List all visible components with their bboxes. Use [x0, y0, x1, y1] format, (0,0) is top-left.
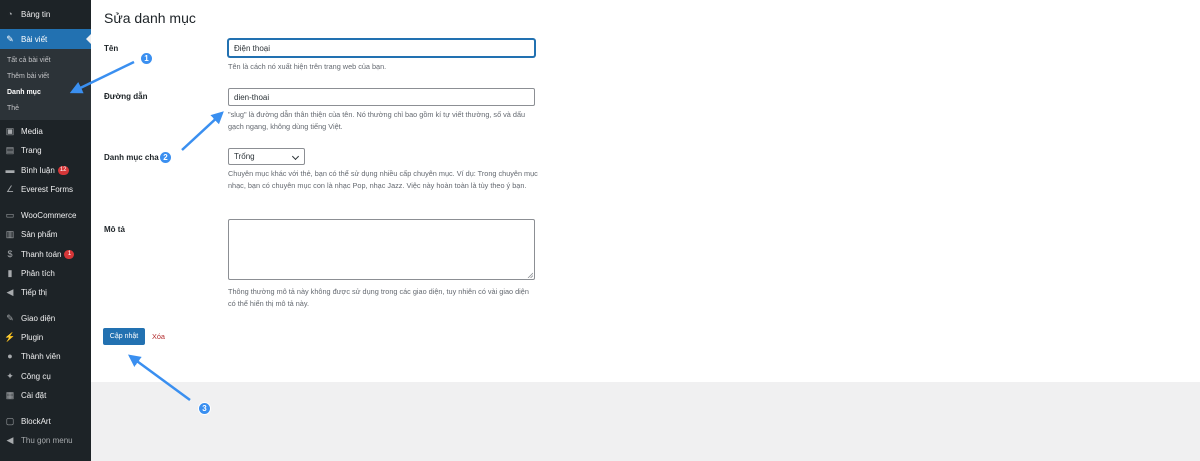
step-marker-1: 1 — [140, 52, 153, 65]
description-textarea[interactable] — [228, 219, 535, 280]
everest-forms-icon: ∠ — [5, 183, 15, 194]
menu-separator — [0, 407, 91, 408]
menu-separator — [0, 304, 91, 305]
delete-link[interactable]: Xóa — [152, 332, 165, 341]
parent-category-value: Trống — [234, 152, 255, 161]
menu-collapse[interactable]: ◀ Thu gọn menu — [0, 430, 91, 450]
menu-media-label: Media — [21, 126, 43, 136]
menu-payments[interactable]: $ Thanh toán 1 — [0, 244, 91, 264]
plugin-icon: ⚡ — [4, 331, 16, 342]
submenu-add-post[interactable]: Thêm bài viết — [7, 73, 49, 80]
menu-pages-label: Trang — [21, 145, 42, 155]
menu-marketing-label: Tiếp thị — [21, 287, 47, 297]
menu-posts-label: Bài viết — [21, 34, 48, 44]
name-input[interactable]: Điện thoại — [228, 39, 535, 57]
menu-dashboard[interactable]: ◔ Bảng tin — [0, 4, 91, 24]
comment-icon: ▬ — [5, 164, 15, 175]
settings-icon: ▦ — [5, 389, 15, 400]
menu-marketing[interactable]: ◀ Tiếp thị — [0, 282, 91, 302]
name-description: Tên là cách nó xuất hiện trên trang web … — [228, 62, 387, 71]
name-input-value: Điện thoại — [234, 43, 271, 53]
admin-sidebar: ◔ Bảng tin ✎ Bài viết Tất cả bài viết Th… — [0, 0, 91, 461]
slug-label: Đường dẫn — [104, 92, 148, 101]
menu-media[interactable]: ▣ Media — [0, 121, 91, 141]
step-marker-2: 2 — [159, 151, 172, 164]
menu-products[interactable]: ▥ Sản phẩm — [0, 224, 91, 244]
menu-woocommerce[interactable]: ▭ WooCommerce — [0, 205, 91, 225]
parent-category-description: Chuyên mục khác với thẻ, bạn có thể sử d… — [228, 169, 538, 190]
megaphone-icon: ◀ — [6, 286, 14, 297]
menu-everest-forms[interactable]: ∠ Everest Forms — [0, 179, 91, 199]
menu-analytics-label: Phân tích — [21, 268, 55, 278]
parent-category-select[interactable]: Trống — [228, 148, 305, 165]
menu-tools-label: Công cụ — [21, 371, 51, 381]
menu-plugins[interactable]: ⚡ Plugin — [0, 327, 91, 347]
payments-icon: $ — [7, 248, 13, 259]
description-help: Thông thường mô tả này không được sử dụn… — [228, 287, 529, 308]
posts-submenu: Tất cả bài viết Thêm bài viết Danh mục T… — [0, 49, 91, 120]
blockart-icon: ▢ — [5, 415, 15, 426]
menu-payments-label: Thanh toán — [21, 249, 62, 259]
edit-category-panel — [91, 0, 1200, 382]
menu-appearance[interactable]: ✎ Giao diện — [0, 308, 91, 328]
comments-count-badge: 12 — [57, 165, 69, 175]
menu-collapse-label: Thu gọn menu — [21, 435, 73, 445]
menu-woocommerce-label: WooCommerce — [21, 210, 77, 220]
payments-count-badge: 1 — [64, 249, 75, 259]
menu-everest-forms-label: Everest Forms — [21, 184, 74, 194]
menu-plugins-label: Plugin — [21, 332, 44, 342]
pushpin-icon: ✎ — [6, 33, 14, 44]
menu-users[interactable]: ● Thành viên — [0, 346, 91, 366]
step-marker-3: 3 — [198, 402, 211, 415]
menu-blockart[interactable]: ▢ BlockArt — [0, 411, 91, 431]
menu-settings-label: Cài đặt — [21, 390, 47, 400]
description-label: Mô tả — [104, 225, 125, 234]
submenu-all-posts[interactable]: Tất cả bài viết — [7, 57, 51, 64]
chevron-down-icon — [291, 152, 300, 161]
user-icon: ● — [7, 350, 13, 361]
slug-description: "slug" là đường dẫn thân thiện của tên. … — [228, 110, 526, 131]
menu-tools[interactable]: ✦ Công cụ — [0, 366, 91, 386]
submenu-tags[interactable]: Thẻ — [7, 105, 19, 112]
wrench-icon: ✦ — [6, 370, 14, 381]
menu-blockart-label: BlockArt — [21, 416, 51, 426]
menu-separator — [0, 201, 91, 202]
menu-pages[interactable]: ▤ Trang — [0, 140, 91, 160]
woocommerce-icon: ▭ — [5, 209, 15, 220]
slug-input-value: dien-thoai — [234, 92, 270, 102]
resize-handle-icon[interactable] — [527, 272, 533, 278]
paintbrush-icon: ✎ — [6, 312, 14, 323]
menu-users-label: Thành viên — [21, 351, 61, 361]
menu-settings[interactable]: ▦ Cài đặt — [0, 385, 91, 405]
page-title: Sửa danh mục — [104, 10, 196, 26]
menu-dashboard-label: Bảng tin — [21, 9, 51, 19]
menu-analytics[interactable]: ▮ Phân tích — [0, 263, 91, 283]
menu-products-label: Sản phẩm — [21, 229, 58, 239]
page-icon: ▤ — [5, 144, 15, 155]
dashboard-icon: ◔ — [7, 8, 13, 19]
menu-comments-label: Bình luận — [21, 165, 55, 175]
update-button[interactable]: Cập nhật — [103, 328, 145, 345]
products-icon: ▥ — [5, 228, 15, 239]
slug-input[interactable]: dien-thoai — [228, 88, 535, 106]
submenu-categories[interactable]: Danh mục — [7, 89, 41, 96]
collapse-icon: ◀ — [6, 434, 14, 445]
bar-chart-icon: ▮ — [7, 267, 13, 278]
name-label: Tên — [104, 44, 119, 53]
media-icon: ▣ — [5, 125, 15, 136]
parent-category-label: Danh mục cha — [104, 153, 159, 162]
menu-comments[interactable]: ▬ Bình luận 12 — [0, 160, 91, 180]
menu-appearance-label: Giao diện — [21, 313, 56, 323]
menu-posts[interactable]: ✎ Bài viết — [0, 29, 91, 49]
